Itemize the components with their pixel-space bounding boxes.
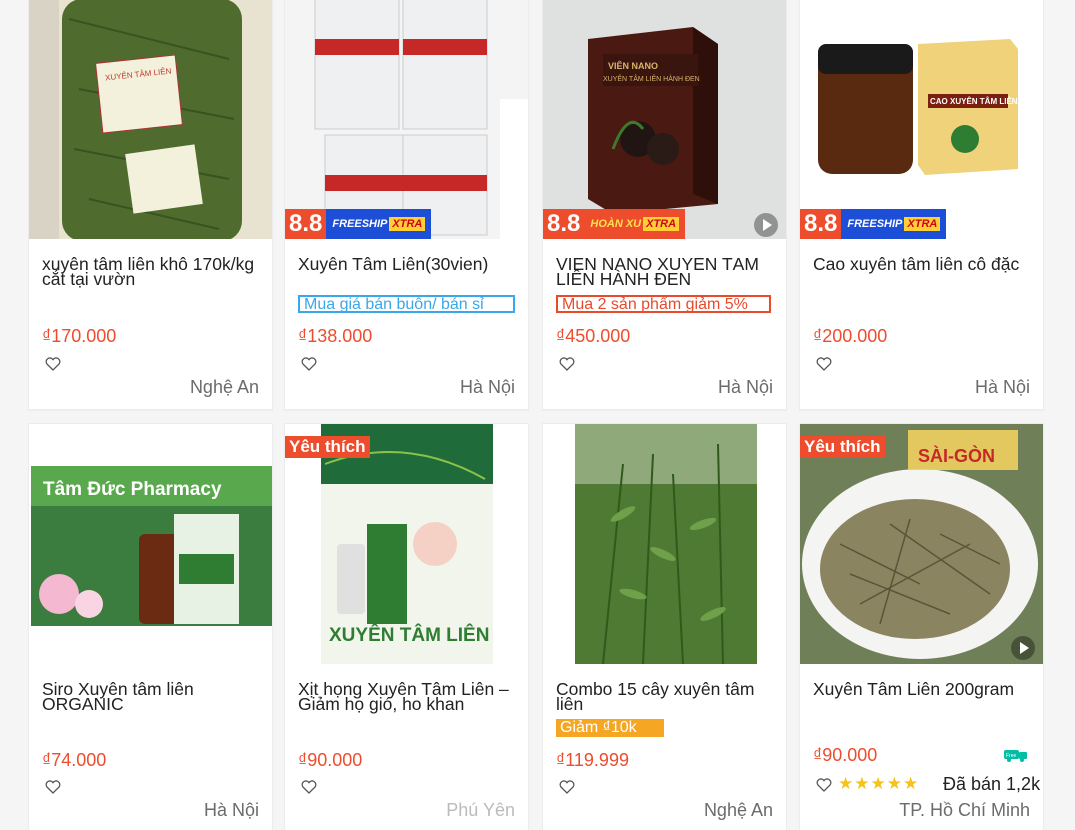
- image-banner-text: SÀI-GÒN: [918, 445, 995, 466]
- rating-stars: ★★★★★: [838, 774, 920, 793]
- product-location: Hà Nội: [203, 800, 259, 820]
- product-price: ₫450.000: [556, 326, 631, 346]
- product-image[interactable]: [543, 424, 786, 664]
- product-card[interactable]: Tâm Đức Pharmacy Siro Xuyên tâm liên ORG…: [28, 423, 273, 830]
- heart-icon[interactable]: [45, 357, 61, 371]
- svg-text:Free: Free: [1006, 753, 1017, 759]
- badge-number: 8.8: [285, 209, 327, 239]
- product-title[interactable]: VIÊN NANO XUYÊN TÂM LIÊN HÀNH ĐEN: [556, 257, 776, 289]
- promo-label: Mua 2 sản phẩm giảm 5%: [556, 295, 771, 313]
- product-title[interactable]: Siro Xuyên tâm liên ORGANIC: [42, 682, 262, 714]
- heart-icon[interactable]: [816, 778, 832, 792]
- promo-badge: 8.8 FREESHIP XTRA: [800, 209, 947, 239]
- product-card[interactable]: SÀI-GÒN Yêu thích Xuyên Tâm Liên 200gram…: [799, 423, 1044, 830]
- product-location: TP. Hồ Chí Minh: [899, 800, 1030, 820]
- product-price: ₫90.000: [298, 750, 363, 770]
- product-price: ₫119.999: [556, 750, 629, 770]
- product-card[interactable]: VIÊN NANO XUYÊN TÂM LIÊN HÀNH ĐEN 8.8 HO…: [542, 0, 787, 410]
- product-location: Phú Yên: [446, 800, 515, 820]
- product-image[interactable]: Tâm Đức Pharmacy: [29, 424, 272, 664]
- promo-badge: 8.8 HOÀN XU XTRA: [543, 209, 686, 239]
- product-image[interactable]: SÀI-GÒN Yêu thích: [800, 424, 1043, 664]
- badge-tag-label: FREESHIP: [847, 218, 903, 230]
- product-card[interactable]: 8.8 FREESHIP XTRA Xuyên Tâm Liên(30vien) …: [284, 0, 529, 410]
- promo-label: Mua giá bán buôn/ bán sỉ: [298, 295, 515, 313]
- sold-count: Đã bán 1,2k: [943, 774, 1041, 794]
- product-location: Nghệ An: [189, 377, 259, 397]
- play-icon[interactable]: [754, 213, 778, 237]
- badge-tag-label: HOÀN XU: [590, 218, 642, 230]
- product-image[interactable]: 8.8 FREESHIP XTRA: [285, 0, 528, 239]
- product-location: Hà Nội: [974, 377, 1030, 397]
- product-location: Nghệ An: [703, 800, 773, 820]
- product-image[interactable]: VIÊN NANO XUYÊN TÂM LIÊN HÀNH ĐEN 8.8 HO…: [543, 0, 786, 239]
- badge-number: 8.8: [543, 209, 585, 239]
- product-price: ₫200.000: [813, 326, 888, 346]
- product-title[interactable]: Cao xuyên tâm liên cô đặc: [813, 257, 1033, 289]
- product-title[interactable]: Combo 15 cây xuyên tâm liên: [556, 682, 776, 714]
- badge-tag: FREESHIP XTRA: [326, 209, 432, 239]
- heart-icon[interactable]: [816, 357, 832, 371]
- badge-xtra: XTRA: [643, 217, 680, 231]
- play-icon[interactable]: [1011, 636, 1035, 660]
- product-image[interactable]: XUYÊN TÂM LIÊN Yêu thích: [285, 424, 528, 664]
- badge-tag-label: FREESHIP: [332, 218, 388, 230]
- product-image[interactable]: XUYÊN TÂM LIÊN: [29, 0, 272, 239]
- heart-icon[interactable]: [559, 357, 575, 371]
- product-card[interactable]: XUYÊN TÂM LIÊN xuyên tâm liên khô 170k/k…: [28, 0, 273, 410]
- product-title[interactable]: xuyên tâm liên khô 170k/kg cắt tại vườn: [42, 257, 262, 289]
- promo-label: Giảm ₫10k: [556, 719, 664, 737]
- image-banner-text: Tâm Đức Pharmacy: [43, 479, 222, 500]
- product-price: ₫90.000: [813, 745, 878, 765]
- product-image[interactable]: CAO XUYÊN TÂM LIÊN 8.8 FREESHIP XTRA: [800, 0, 1043, 239]
- badge-tag: HOÀN XU XTRA: [584, 209, 686, 239]
- product-price: ₫170.000: [42, 326, 117, 346]
- product-card[interactable]: XUYÊN TÂM LIÊN Yêu thích Xịt họng Xuyên …: [284, 423, 529, 830]
- product-title[interactable]: Xuyên Tâm Liên(30vien): [298, 257, 518, 289]
- product-location: Hà Nội: [717, 377, 773, 397]
- badge-number: 8.8: [800, 209, 842, 239]
- product-title[interactable]: Xịt họng Xuyên Tâm Liên – Giảm họ gió, h…: [298, 682, 518, 714]
- svg-text:CAO XUYÊN TÂM LIÊN: CAO XUYÊN TÂM LIÊN: [930, 97, 1018, 106]
- favorite-badge: Yêu thích: [800, 436, 885, 458]
- heart-icon[interactable]: [301, 780, 317, 794]
- heart-icon[interactable]: [559, 780, 575, 794]
- badge-xtra: XTRA: [904, 217, 941, 231]
- product-card[interactable]: Combo 15 cây xuyên tâm liên Giảm ₫10k ₫1…: [542, 423, 787, 830]
- badge-tag: FREESHIP XTRA: [841, 209, 947, 239]
- free-ship-icon: Free: [1004, 750, 1027, 762]
- product-grid: XUYÊN TÂM LIÊN xuyên tâm liên khô 170k/k…: [0, 0, 1075, 830]
- product-price: ₫74.000: [42, 750, 107, 770]
- svg-text:XUYÊN TÂM LIÊN HÀNH ĐEN: XUYÊN TÂM LIÊN HÀNH ĐEN: [603, 74, 700, 83]
- badge-xtra: XTRA: [389, 217, 426, 231]
- promo-badge: 8.8 FREESHIP XTRA: [285, 209, 432, 239]
- svg-text:VIÊN NANO: VIÊN NANO: [608, 60, 658, 71]
- heart-icon[interactable]: [301, 357, 317, 371]
- favorite-badge: Yêu thích: [285, 436, 370, 458]
- product-location: Hà Nội: [459, 377, 515, 397]
- image-banner-text: XUYÊN TÂM LIÊN: [329, 624, 489, 646]
- heart-icon[interactable]: [45, 780, 61, 794]
- product-card[interactable]: CAO XUYÊN TÂM LIÊN 8.8 FREESHIP XTRA Cao …: [799, 0, 1044, 410]
- product-price: ₫138.000: [298, 326, 373, 346]
- product-title[interactable]: Xuyên Tâm Liên 200gram: [813, 682, 1033, 714]
